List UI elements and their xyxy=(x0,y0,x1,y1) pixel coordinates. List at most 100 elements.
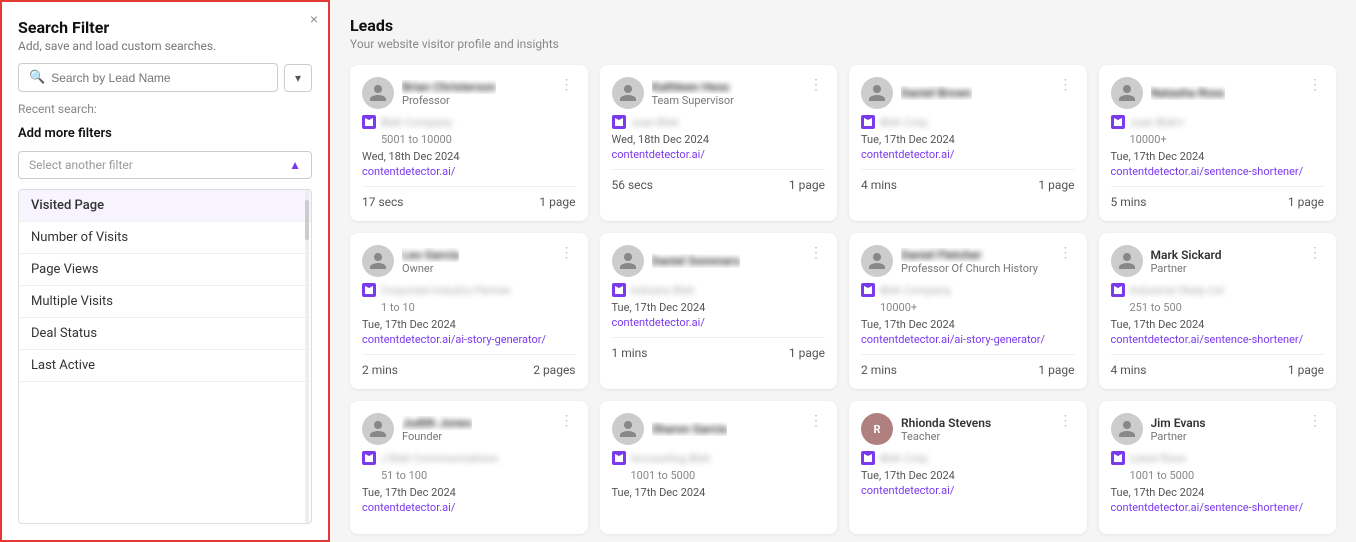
time-stat: 1 mins xyxy=(612,346,648,360)
company-size: 5001 to 10000 xyxy=(362,133,576,146)
lead-card[interactable]: Mark Sickard Partner ⋮ Industrial Okaly … xyxy=(1099,233,1337,389)
card-person: Brian Christerson Professor xyxy=(362,77,496,109)
card-date: Tue, 17th Dec 2024 xyxy=(1111,318,1325,331)
card-company: Juan Blah xyxy=(612,115,826,129)
company-size: 1 to 10 xyxy=(362,301,576,314)
filter-item[interactable]: Number of Visits xyxy=(19,222,311,254)
lead-card[interactable]: Jim Evans Partner ⋮ Lewis Roos 1001 to 5… xyxy=(1099,401,1337,534)
card-date: Tue, 17th Dec 2024 xyxy=(612,486,826,499)
card-menu-icon[interactable]: ⋮ xyxy=(807,245,825,261)
scrollbar-track[interactable] xyxy=(305,190,309,523)
card-company: J Blah Communications xyxy=(362,451,576,465)
card-stats: 5 mins 1 page xyxy=(1111,186,1325,209)
card-person: Judith Jones Founder xyxy=(362,413,472,445)
time-stat: 17 secs xyxy=(362,195,404,209)
lead-card[interactable]: Sharon Garcia ⋮ Accounting Blah 1001 to … xyxy=(600,401,838,534)
card-url[interactable]: contentdetector.ai/ xyxy=(861,148,1075,161)
card-date: Tue, 17th Dec 2024 xyxy=(362,486,576,499)
card-date: Wed, 18th Dec 2024 xyxy=(612,133,826,146)
card-url[interactable]: contentdetector.ai/ xyxy=(362,501,576,514)
pages-stat: 1 page xyxy=(1288,195,1324,209)
card-menu-icon[interactable]: ⋮ xyxy=(558,413,576,429)
lead-card[interactable]: Daniel Brown ⋮ Blah Corp Tue, 17th Dec 2… xyxy=(849,65,1087,221)
leads-panel: Leads Your website visitor profile and i… xyxy=(330,0,1356,542)
card-url[interactable]: contentdetector.ai/ai-story-generator/ xyxy=(861,333,1075,346)
card-header: Daniel Fletcher Professor Of Church Hist… xyxy=(861,245,1075,277)
card-person: Daniel Brown xyxy=(861,77,972,109)
card-menu-icon[interactable]: ⋮ xyxy=(1057,413,1075,429)
filter-item[interactable]: Page Views xyxy=(19,254,311,286)
card-url[interactable]: contentdetector.ai/ xyxy=(612,148,826,161)
lead-card[interactable]: Daniel Fletcher Professor Of Church Hist… xyxy=(849,233,1087,389)
card-role: Partner xyxy=(1151,262,1222,275)
lead-name: Mark Sickard xyxy=(1151,248,1222,262)
filter-select-text: Select another filter xyxy=(29,158,133,172)
card-url[interactable]: contentdetector.ai/ xyxy=(612,316,826,329)
card-company: Lewis Roos xyxy=(1111,451,1325,465)
leads-subtitle: Your website visitor profile and insight… xyxy=(350,37,1336,51)
card-url[interactable]: contentdetector.ai/sentence-shortener/ xyxy=(1111,501,1325,514)
card-date: Tue, 17th Dec 2024 xyxy=(1111,486,1325,499)
card-url[interactable]: contentdetector.ai/ xyxy=(861,484,1075,497)
lead-name: Daniel Fletcher xyxy=(901,248,982,262)
card-menu-icon[interactable]: ⋮ xyxy=(1057,77,1075,93)
scrollbar-thumb[interactable] xyxy=(305,200,309,240)
time-stat: 56 secs xyxy=(612,178,654,192)
search-input-wrap[interactable]: 🔍 xyxy=(18,63,278,92)
filter-select-row[interactable]: Select another filter ▲ xyxy=(18,151,312,179)
filter-item[interactable]: Multiple Visits xyxy=(19,286,311,318)
card-menu-icon[interactable]: ⋮ xyxy=(1306,77,1324,93)
filter-list-inner[interactable]: Visited PageNumber of VisitsPage ViewsMu… xyxy=(19,190,311,390)
search-row: 🔍 ▾ xyxy=(18,63,312,92)
close-button[interactable]: × xyxy=(310,12,318,26)
lead-card[interactable]: Daniel Sommers ⋮ Industry Blah Tue, 17th… xyxy=(600,233,838,389)
card-role: Team Supervisor xyxy=(652,94,734,107)
card-person: Leo Garcia Owner xyxy=(362,245,459,277)
lead-card[interactable]: Leo Garcia Owner ⋮ Corporate Industry Pa… xyxy=(350,233,588,389)
card-url[interactable]: contentdetector.ai/ xyxy=(362,165,576,178)
card-role: Teacher xyxy=(901,430,991,443)
lead-card[interactable]: R Rhionda Stevens Teacher ⋮ Blah Corp Tu… xyxy=(849,401,1087,534)
card-menu-icon[interactable]: ⋮ xyxy=(807,77,825,93)
company-icon xyxy=(861,451,875,465)
filter-item[interactable]: Deal Status xyxy=(19,318,311,350)
lead-card[interactable]: Judith Jones Founder ⋮ J Blah Communicat… xyxy=(350,401,588,534)
filter-item[interactable]: Visited Page xyxy=(19,190,311,222)
card-menu-icon[interactable]: ⋮ xyxy=(558,245,576,261)
company-icon xyxy=(861,283,875,297)
lead-name: Daniel Brown xyxy=(901,86,972,100)
lead-card[interactable]: Natasha Ross ⋮ Juan Blah+ 10000+ Tue, 17… xyxy=(1099,65,1337,221)
avatar xyxy=(612,413,644,445)
card-url[interactable]: contentdetector.ai/sentence-shortener/ xyxy=(1111,165,1325,178)
pages-stat: 1 page xyxy=(1038,363,1074,377)
card-menu-icon[interactable]: ⋮ xyxy=(807,413,825,429)
card-date: Tue, 17th Dec 2024 xyxy=(1111,150,1325,163)
dropdown-button[interactable]: ▾ xyxy=(284,64,312,92)
card-company: Juan Blah+ xyxy=(1111,115,1325,129)
company-name: Accounting Blah xyxy=(631,452,711,465)
lead-card[interactable]: Kathleen Hess Team Supervisor ⋮ Juan Bla… xyxy=(600,65,838,221)
card-url[interactable]: contentdetector.ai/sentence-shortener/ xyxy=(1111,333,1325,346)
card-menu-icon[interactable]: ⋮ xyxy=(1057,245,1075,261)
card-menu-icon[interactable]: ⋮ xyxy=(558,77,576,93)
filter-item[interactable]: Engagement xyxy=(19,382,311,390)
card-company: Blah Company xyxy=(861,283,1075,297)
company-icon xyxy=(362,451,376,465)
card-company: Blah Company xyxy=(362,115,576,129)
avatar xyxy=(1111,77,1143,109)
search-input[interactable] xyxy=(51,71,267,85)
card-menu-icon[interactable]: ⋮ xyxy=(1306,413,1324,429)
card-company: Corporate Industry Partner xyxy=(362,283,576,297)
company-name: Lewis Roos xyxy=(1130,452,1186,465)
filter-item[interactable]: Last Active xyxy=(19,350,311,382)
company-name: Industrial Okaly Ltd xyxy=(1130,284,1224,297)
lead-card[interactable]: Brian Christerson Professor ⋮ Blah Compa… xyxy=(350,65,588,221)
card-url[interactable]: contentdetector.ai/ai-story-generator/ xyxy=(362,333,576,346)
card-role: Partner xyxy=(1151,430,1206,443)
pages-stat: 2 pages xyxy=(533,363,575,377)
company-size: 10000+ xyxy=(861,301,1075,314)
pages-stat: 1 page xyxy=(789,346,825,360)
company-icon xyxy=(1111,451,1125,465)
card-menu-icon[interactable]: ⋮ xyxy=(1306,245,1324,261)
search-filter-panel: × Search Filter Add, save and load custo… xyxy=(0,0,330,542)
